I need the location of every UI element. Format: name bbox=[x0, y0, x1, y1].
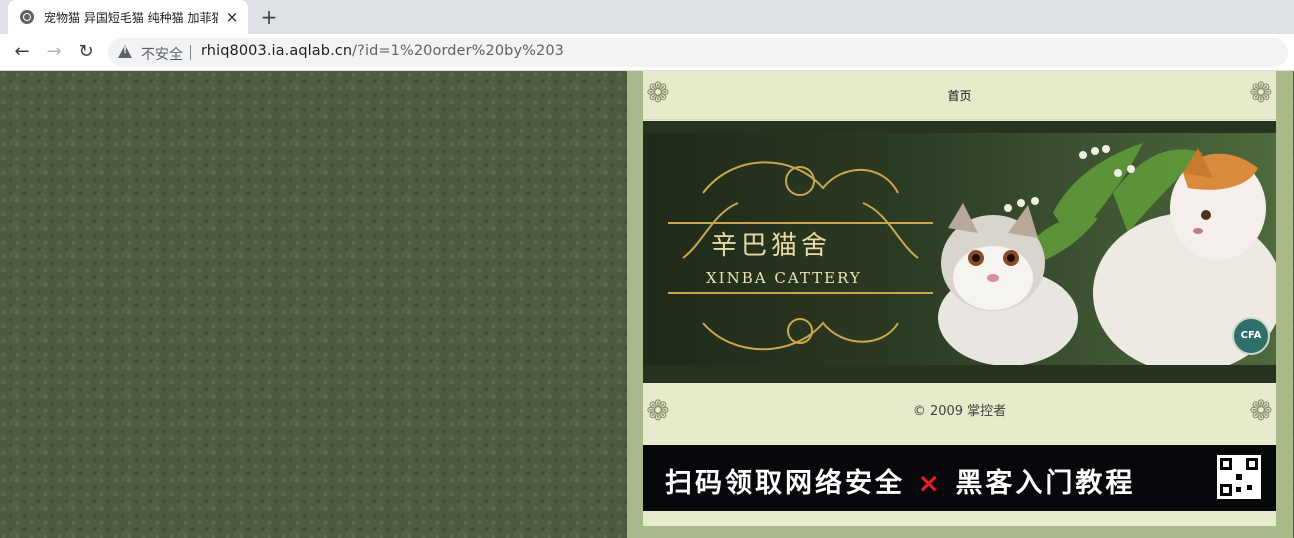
globe-icon bbox=[20, 10, 34, 24]
copyright-text: © 2009 掌控者 bbox=[912, 404, 1007, 419]
browser-toolbar: ← → ↻ 不安全 rhiq8003.ia.aqlab.cn/?id=1%20o… bbox=[0, 34, 1294, 71]
page-background: ❁ ❁ 首页 辛巴猫舍 XINBA CATTERY CFA ❁ ❁ © 2009… bbox=[0, 71, 1294, 538]
nav-bar: ❁ ❁ 首页 bbox=[643, 71, 1276, 120]
warning-icon[interactable] bbox=[118, 45, 132, 58]
site-container: ❁ ❁ 首页 辛巴猫舍 XINBA CATTERY CFA ❁ ❁ © 2009… bbox=[627, 71, 1293, 538]
new-tab-button[interactable]: + bbox=[258, 6, 280, 28]
divider bbox=[190, 45, 191, 60]
close-tab-icon[interactable]: × bbox=[224, 9, 240, 25]
banner-title: 辛巴猫舍 bbox=[711, 231, 832, 261]
content-panel: ❁ ❁ 首页 辛巴猫舍 XINBA CATTERY CFA ❁ ❁ © 2009… bbox=[643, 71, 1276, 526]
nav-home-link[interactable]: 首页 bbox=[643, 87, 1276, 104]
browser-tab[interactable]: 宠物猫 异国短毛猫 纯种猫 加菲猫 × bbox=[8, 0, 248, 34]
footer: ❁ ❁ © 2009 掌控者 bbox=[643, 383, 1276, 443]
cfa-badge: CFA bbox=[1232, 317, 1270, 355]
ad-text-left: 扫码领取网络安全 bbox=[665, 468, 905, 499]
url-path: /?id=1%20order%20by%203 bbox=[352, 43, 565, 59]
nav-home-label[interactable]: 首页 bbox=[947, 89, 971, 103]
security-label[interactable]: 不安全 bbox=[141, 44, 183, 64]
tab-title: 宠物猫 异国短毛猫 纯种猫 加菲猫 bbox=[44, 10, 218, 25]
back-arrow-icon[interactable]: ← bbox=[9, 39, 35, 65]
banner-frame: 辛巴猫舍 XINBA CATTERY CFA bbox=[643, 121, 1276, 383]
reload-icon[interactable]: ↻ bbox=[73, 39, 99, 65]
ad-banner[interactable]: 扫码领取网络安全 × 黑客入门教程 bbox=[643, 445, 1276, 511]
qr-code-icon[interactable] bbox=[1217, 455, 1261, 499]
ad-text[interactable]: 扫码领取网络安全 × 黑客入门教程 bbox=[665, 461, 1135, 500]
forward-arrow-icon[interactable]: → bbox=[41, 39, 67, 65]
ad-text-right: 黑客入门教程 bbox=[955, 468, 1136, 499]
address-bar[interactable]: 不安全 rhiq8003.ia.aqlab.cn/?id=1%20order%2… bbox=[108, 38, 1288, 67]
ad-x-mark: × bbox=[917, 468, 944, 499]
url-host: rhiq8003.ia.aqlab.cn bbox=[201, 43, 353, 59]
url-text[interactable]: rhiq8003.ia.aqlab.cn/?id=1%20order%20by%… bbox=[201, 43, 564, 59]
banner-image: 辛巴猫舍 XINBA CATTERY CFA bbox=[643, 133, 1276, 365]
banner-subtitle: XINBA CATTERY bbox=[706, 269, 862, 287]
tab-strip: 宠物猫 异国短毛猫 纯种猫 加菲猫 × + bbox=[0, 0, 1294, 34]
